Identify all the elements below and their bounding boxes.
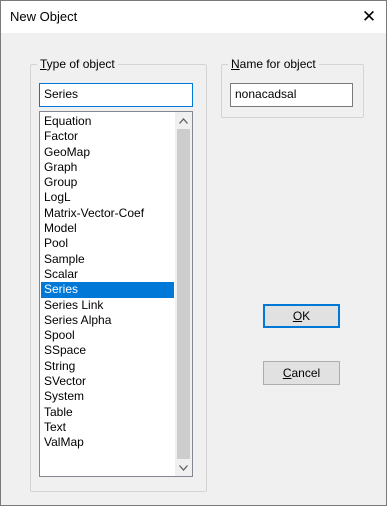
list-item[interactable]: String xyxy=(41,359,174,374)
close-icon: ✕ xyxy=(361,7,377,26)
list-item[interactable]: Scalar xyxy=(41,267,174,282)
list-item[interactable]: Spool xyxy=(41,328,174,343)
list-item[interactable]: Factor xyxy=(41,129,174,144)
name-for-object-label: Name for object xyxy=(228,56,319,72)
list-item[interactable]: Pool xyxy=(41,236,174,251)
list-item[interactable]: Graph xyxy=(41,160,174,175)
list-item[interactable]: SVector xyxy=(41,374,174,389)
close-button[interactable]: ✕ xyxy=(352,1,386,33)
object-name-input[interactable]: nonacadsal xyxy=(230,83,353,107)
list-item[interactable]: Sample xyxy=(41,252,174,267)
list-item[interactable]: Model xyxy=(41,221,174,236)
list-item[interactable]: GeoMap xyxy=(41,145,174,160)
list-item[interactable]: Series Alpha xyxy=(41,313,174,328)
dialog-body: Type of object Series Equation Factor GeoM… xyxy=(1,33,386,505)
list-item[interactable]: Table xyxy=(41,405,174,420)
type-of-object-label: Type of object xyxy=(37,56,118,72)
type-filter-value: Series xyxy=(44,87,79,101)
list-item[interactable]: Matrix-Vector-Coef xyxy=(41,206,174,221)
list-item[interactable]: System xyxy=(41,389,174,404)
dialog-title: New Object xyxy=(10,9,78,24)
cancel-button[interactable]: Cancel xyxy=(263,361,340,385)
list-item[interactable]: Series Link xyxy=(41,298,174,313)
list-item[interactable]: Equation xyxy=(41,114,174,129)
object-type-list[interactable]: Equation Factor GeoMap Graph Group LogL Matrix… xyxy=(39,111,193,477)
scroll-down-button[interactable] xyxy=(175,459,192,476)
title-bar[interactable]: New Object ✕ xyxy=(1,1,386,33)
list-item[interactable]: ValMap xyxy=(41,435,174,450)
list-item[interactable]: Series xyxy=(41,282,174,298)
scroll-up-button[interactable] xyxy=(175,112,192,129)
list-item[interactable]: Text xyxy=(41,420,174,435)
list-scrollbar[interactable] xyxy=(175,112,192,476)
list-item[interactable]: LogL xyxy=(41,190,174,205)
chevron-down-icon xyxy=(179,464,188,471)
new-object-dialog: New Object ✕ Type of object Series Equat… xyxy=(0,0,387,506)
scroll-thumb[interactable] xyxy=(177,129,190,459)
object-type-items: Equation Factor GeoMap Graph Group LogL Matrix… xyxy=(41,114,174,451)
object-name-value: nonacadsal xyxy=(235,87,297,101)
list-item[interactable]: Group xyxy=(41,175,174,190)
chevron-up-icon xyxy=(179,117,188,124)
type-filter-input[interactable]: Series xyxy=(39,83,193,107)
list-item[interactable]: SSpace xyxy=(41,343,174,358)
ok-button[interactable]: OK xyxy=(263,304,340,328)
